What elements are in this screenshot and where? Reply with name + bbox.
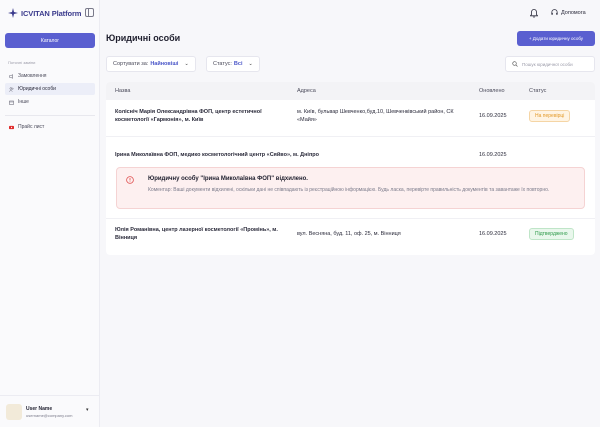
help-label: Допомога <box>561 9 586 16</box>
status-badge: Підтверджено <box>529 228 574 240</box>
logo[interactable]: ICVITAN Platform <box>8 8 81 18</box>
status-dropdown[interactable]: Статус: Всі ⌄ <box>206 56 260 72</box>
megaphone-icon <box>9 73 13 79</box>
headset-icon <box>551 9 558 15</box>
entity-address: м. Київ, бульвар Шевченко,буд.10, Шевчен… <box>297 109 454 123</box>
entity-address: вул. Весняна, буд. 11, оф. 25, м. Вінниц… <box>297 231 401 237</box>
sidebar-section-label: Поточні заміни <box>8 60 36 65</box>
sidebar-item-orders[interactable]: Замовлення <box>5 70 95 82</box>
user-menu[interactable]: User Name username@company.com ▾ <box>0 395 100 427</box>
entity-name: Ірина Миколаївна ФОП, медико косметологі… <box>115 152 319 158</box>
caret-down-icon[interactable]: ▾ <box>86 407 89 413</box>
logo-text: ICVITAN Platform <box>21 8 82 18</box>
table-header: Назва Адреса Оновлено Статус <box>106 82 595 100</box>
avatar <box>6 404 22 420</box>
entity-updated: 16.09.2025 <box>479 231 507 237</box>
entity-name: Колісніч Марія Олександрівна ФОП, центр … <box>115 109 262 123</box>
bell-icon[interactable] <box>530 9 538 18</box>
sidebar-item-legal-entities[interactable]: Юридичні особи <box>5 83 95 95</box>
sidebar-item-label: Прайс лист <box>18 124 45 130</box>
sort-dropdown[interactable]: Сортувати за: Найновіші ⌄ <box>106 56 196 72</box>
topbar: Допомога <box>100 0 600 27</box>
row-divider <box>106 136 595 137</box>
legal-entities-table: Назва Адреса Оновлено Статус Колісніч Ма… <box>106 82 595 255</box>
column-header-updated[interactable]: Оновлено <box>479 88 505 94</box>
entity-updated: 16.09.2025 <box>479 152 507 158</box>
row-divider <box>106 218 595 219</box>
alert-circle-icon <box>126 176 134 184</box>
sidebar-item-label: Юридичні особи <box>18 86 56 92</box>
search-box[interactable] <box>505 56 595 72</box>
help-button[interactable]: Допомога <box>551 9 586 16</box>
alert-text: Коментар: Ваші документи відхилені, оскі… <box>148 187 550 193</box>
sidebar-divider <box>5 115 95 116</box>
add-legal-entity-button[interactable]: + Додати юридичну особу <box>517 31 595 46</box>
entity-updated: 16.09.2025 <box>479 113 507 119</box>
sidebar-collapse-icon[interactable] <box>85 8 94 17</box>
user-name: User Name <box>26 406 53 412</box>
sidebar-item-price-list[interactable]: Прайс лист <box>5 121 95 133</box>
sidebar-item-label: Замовлення <box>18 73 47 79</box>
user-email: username@company.com <box>26 413 73 418</box>
sort-value: Найновіші <box>150 61 179 67</box>
status-value: Всі <box>233 61 243 67</box>
chevron-down-icon: ⌄ <box>248 61 253 67</box>
rejection-alert: Юридичну особу "Ірина Миколаївна ФОП" ві… <box>116 167 585 209</box>
sidebar-item-label: Інше <box>18 99 29 105</box>
status-label: Статус: <box>213 61 232 67</box>
logo-icon <box>8 8 18 18</box>
page-title: Юридичні особи <box>106 33 181 43</box>
search-icon <box>512 61 518 67</box>
sort-label: Сортувати за: <box>113 61 149 67</box>
column-header-name[interactable]: Назва <box>115 88 130 94</box>
alert-title: Юридичну особу "Ірина Миколаївна ФОП" ві… <box>148 176 308 182</box>
chevron-down-icon: ⌄ <box>184 61 189 67</box>
sidebar: ICVITAN Platform Каталог Поточні заміни … <box>0 0 100 427</box>
search-input[interactable] <box>522 61 594 67</box>
catalog-button[interactable]: Каталог <box>5 33 95 48</box>
box-icon <box>9 100 14 105</box>
column-header-address[interactable]: Адреса <box>297 88 316 94</box>
column-header-status[interactable]: Статус <box>529 88 546 94</box>
youtube-icon <box>9 125 14 129</box>
sidebar-item-other[interactable]: Інше <box>5 96 95 108</box>
users-icon <box>9 86 14 92</box>
entity-name: Юлія Романівна, центр лазерної косметоло… <box>115 227 278 241</box>
status-badge: На перевірці <box>529 110 571 122</box>
